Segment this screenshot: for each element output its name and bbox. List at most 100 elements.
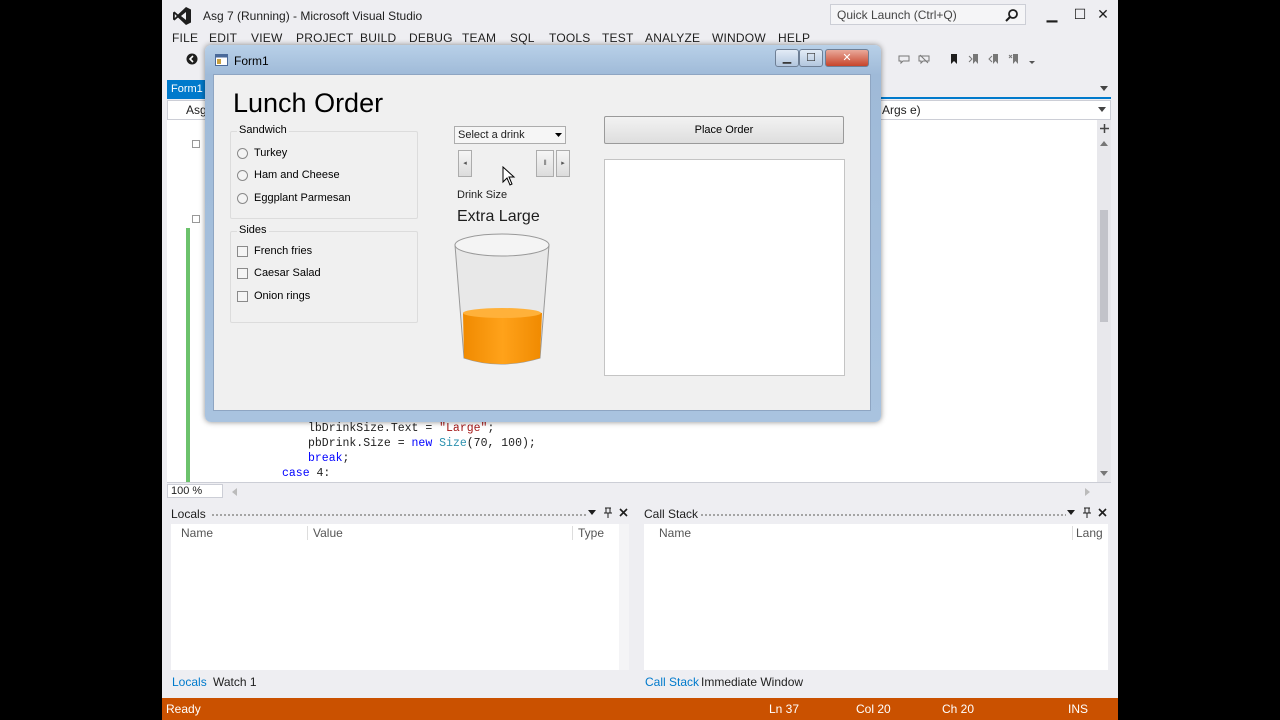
collapse-icon[interactable] (192, 140, 200, 148)
checkbox-label-onion-rings[interactable]: Onion rings (254, 290, 310, 302)
menu-window[interactable]: WINDOW (712, 31, 766, 45)
checkbox-onion-rings[interactable] (237, 291, 248, 302)
callstack-col-lang[interactable]: Lang (1076, 526, 1103, 540)
radio-eggplant-parmesan[interactable] (237, 193, 248, 204)
toolbar-overflow-icon[interactable] (1026, 53, 1038, 65)
checkbox-french-fries[interactable] (237, 246, 248, 257)
pin-icon[interactable] (1083, 507, 1091, 518)
menu-analyze[interactable]: ANALYZE (645, 31, 700, 45)
minimize-button[interactable]: ▁ (1038, 4, 1066, 24)
panel-close-icon[interactable] (619, 508, 628, 517)
change-tracking-bar (186, 228, 190, 482)
quick-launch-box[interactable]: Quick Launch (Ctrl+Q) (830, 4, 1026, 25)
close-button[interactable]: ✕ (1089, 4, 1117, 24)
form-heading: Lunch Order (233, 88, 384, 118)
back-navigate-icon[interactable] (186, 53, 198, 65)
order-summary-listbox[interactable] (604, 159, 845, 376)
radio-label-turkey[interactable]: Turkey (254, 147, 287, 159)
panel-dropdown-icon[interactable] (588, 510, 596, 516)
locals-col-type[interactable]: Type (578, 526, 604, 540)
form-close-button[interactable]: ✕ (825, 49, 869, 67)
tab-call-stack[interactable]: Call Stack (645, 675, 699, 689)
form1-window: Form1 ▁ ☐ ✕ Lunch Order Sandwich Turkey … (205, 45, 881, 422)
locals-scrollbar[interactable] (619, 524, 629, 670)
menu-team[interactable]: TEAM (462, 31, 496, 45)
menu-debug[interactable]: DEBUG (409, 31, 453, 45)
prev-bookmark-icon[interactable] (968, 53, 980, 65)
menu-tools[interactable]: TOOLS (549, 31, 590, 45)
split-icon[interactable] (1100, 124, 1109, 133)
drink-size-thumb[interactable]: ⦀ (536, 150, 554, 177)
locals-panel: Locals Name Value Type Locals Watch 1 (167, 504, 633, 694)
tab-form1-cs[interactable]: Form1 (167, 80, 207, 98)
radio-label-eggplant-parmesan[interactable]: Eggplant Parmesan (254, 192, 351, 204)
clear-bookmarks-icon[interactable] (1008, 53, 1020, 65)
status-text: Ready (166, 702, 201, 716)
menu-project[interactable]: PROJECT (296, 31, 353, 45)
checkbox-label-caesar-salad[interactable]: Caesar Salad (254, 267, 321, 279)
form-maximize-button[interactable]: ☐ (799, 49, 823, 67)
checkbox-label-french-fries[interactable]: French fries (254, 245, 312, 257)
menu-sql[interactable]: SQL (510, 31, 535, 45)
mouse-cursor-icon (502, 166, 516, 186)
status-char: Ch 20 (942, 702, 975, 716)
radio-label-ham-and-cheese[interactable]: Ham and Cheese (254, 169, 340, 181)
code-line-3: break; (308, 452, 350, 465)
locals-grid[interactable]: Name Value Type (171, 524, 629, 670)
sides-group: Sides French fries Caesar Salad Onion ri… (230, 224, 418, 323)
panel-close-icon[interactable] (1098, 508, 1107, 517)
next-bookmark-icon[interactable] (988, 53, 1000, 65)
panel-grip[interactable] (211, 513, 587, 517)
form-title: Form1 (234, 54, 269, 68)
scroll-left-button[interactable]: ◂ (458, 150, 472, 177)
checkbox-caesar-salad[interactable] (237, 268, 248, 279)
scroll-right-button[interactable]: ▸ (556, 150, 570, 177)
locals-col-name[interactable]: Name (181, 526, 213, 540)
drink-size-value: Extra Large (457, 208, 540, 225)
menu-build[interactable]: BUILD (360, 31, 396, 45)
uncomment-icon[interactable] (918, 53, 930, 65)
drink-select-value: Select a drink (458, 129, 525, 141)
sandwich-group-title: Sandwich (237, 124, 289, 136)
menu-file[interactable]: FILE (172, 31, 198, 45)
comment-icon[interactable] (898, 53, 910, 65)
nav-type-dropdown[interactable]: Asg (186, 103, 207, 117)
status-insert-mode: INS (1068, 702, 1089, 716)
locals-col-value[interactable]: Value (313, 526, 343, 540)
chevron-down-icon (555, 133, 562, 137)
bookmark-icon[interactable] (948, 53, 960, 65)
tab-immediate-window[interactable]: Immediate Window (701, 675, 803, 689)
drink-select[interactable]: Select a drink (454, 126, 566, 144)
tab-dropdown-icon[interactable] (1099, 84, 1109, 92)
editor-vertical-scrollbar[interactable] (1097, 120, 1111, 482)
callstack-grid[interactable]: Name Lang (644, 524, 1108, 670)
place-order-button[interactable]: Place Order (604, 116, 844, 144)
tab-watch1[interactable]: Watch 1 (213, 675, 257, 689)
scroll-left-icon[interactable] (231, 488, 237, 496)
menu-bar: FILE EDIT VIEW PROJECT BUILD DEBUG TEAM … (162, 30, 1118, 46)
menu-view[interactable]: VIEW (251, 31, 282, 45)
scroll-right-icon[interactable] (1085, 488, 1091, 496)
zoom-select[interactable]: 100 % (167, 484, 223, 498)
nav-member-dropdown[interactable]: Args e) (882, 103, 921, 117)
menu-test[interactable]: TEST (602, 31, 633, 45)
form-minimize-button[interactable]: ▁ (775, 49, 799, 67)
window-title: Asg 7 (Running) - Microsoft Visual Studi… (203, 9, 423, 23)
panel-dropdown-icon[interactable] (1067, 510, 1075, 516)
callstack-col-name[interactable]: Name (659, 526, 691, 540)
collapse-icon-2[interactable] (192, 215, 200, 223)
tab-locals[interactable]: Locals (172, 675, 207, 689)
panel-grip[interactable] (700, 513, 1066, 517)
scroll-up-icon[interactable] (1100, 140, 1108, 146)
radio-ham-and-cheese[interactable] (237, 170, 248, 181)
scroll-thumb[interactable] (1100, 210, 1108, 322)
menu-edit[interactable]: EDIT (209, 31, 237, 45)
editor-gutter (167, 120, 199, 482)
quick-launch-placeholder: Quick Launch (Ctrl+Q) (837, 8, 957, 22)
menu-help[interactable]: HELP (778, 31, 810, 45)
pin-icon[interactable] (604, 507, 612, 518)
radio-turkey[interactable] (237, 148, 248, 159)
status-line: Ln 37 (769, 702, 800, 716)
scroll-down-icon[interactable] (1100, 471, 1108, 477)
locals-title: Locals (171, 507, 206, 521)
